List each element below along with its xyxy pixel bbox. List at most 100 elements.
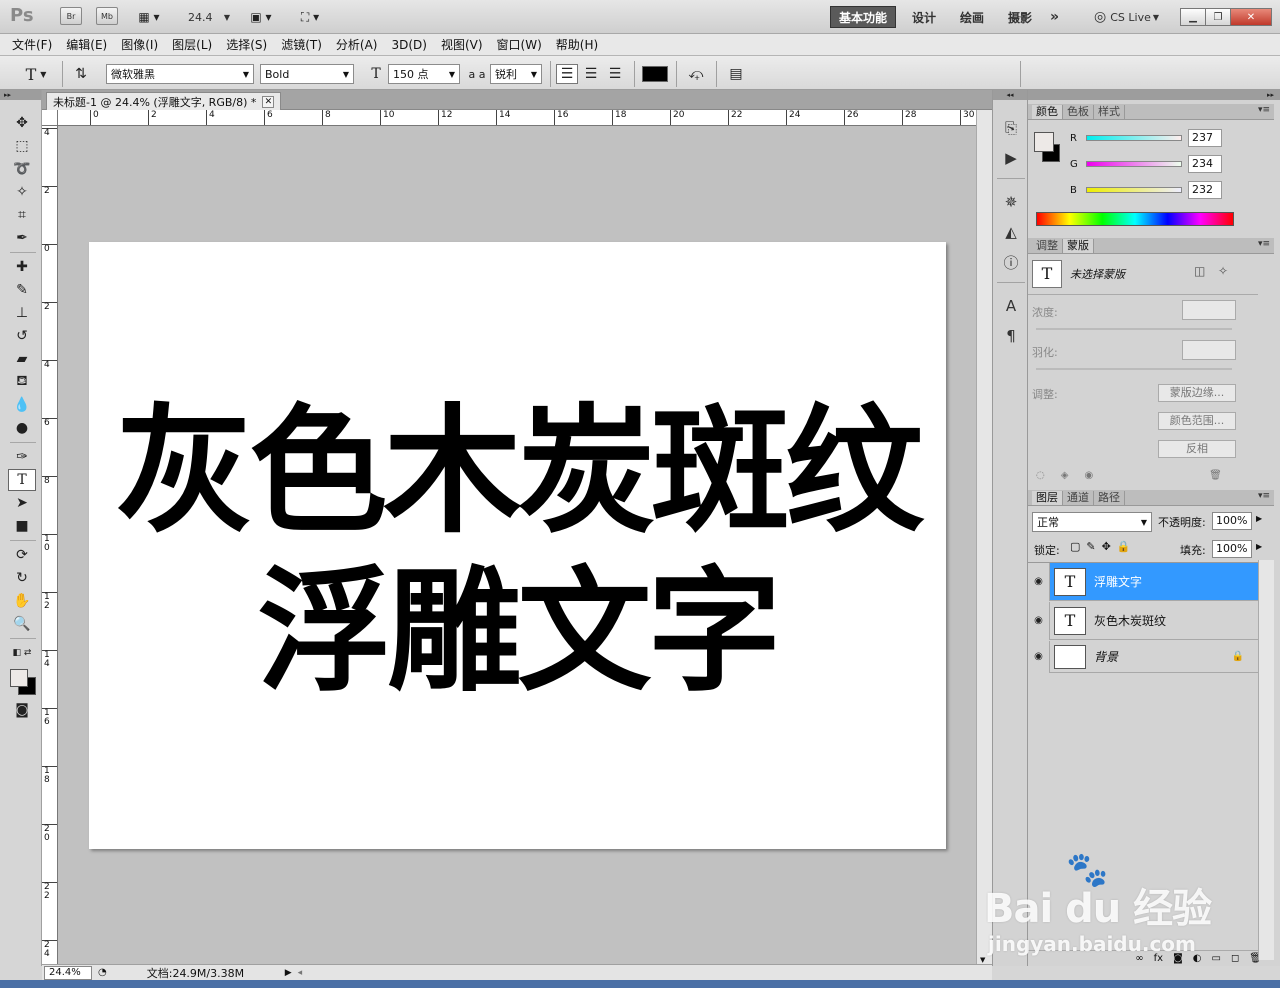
screen-mode-button[interactable]: ⛶ ▾ (292, 7, 328, 27)
dock-collapse-icon[interactable]: ◂◂ (993, 90, 1027, 100)
panel-collapse-icon[interactable]: ▸▸ (0, 90, 41, 100)
menu-filter[interactable]: 滤镜(T) (281, 36, 322, 53)
apply-mask-icon[interactable]: ◈ (1061, 470, 1069, 481)
font-family-dropdown[interactable]: 微软雅黑 ▼ (106, 64, 254, 84)
move-tool-icon[interactable]: ✥ (8, 112, 36, 134)
color-panel-fg-swatch[interactable] (1034, 132, 1054, 152)
panel-menu-icon[interactable]: ▾≡ (1258, 105, 1270, 115)
vertical-scrollbar[interactable]: ▼ (976, 110, 992, 964)
zoom-tool-icon[interactable]: 🔍 (8, 613, 36, 635)
layer-row-background[interactable]: ◉ 背景 🔒 (1028, 640, 1258, 673)
default-colors-icon[interactable]: ◧ ⇄ (8, 642, 36, 664)
history-panel-icon[interactable]: ⎘ (1000, 118, 1022, 138)
hand-tool-icon[interactable]: ✋ (8, 590, 36, 612)
tool-preset-picker[interactable]: T ▼ (16, 64, 56, 84)
tab-paths[interactable]: 路径 (1094, 491, 1125, 505)
mask-edge-button[interactable]: 蒙版边缘... (1158, 384, 1236, 402)
feather-field[interactable] (1182, 340, 1236, 360)
paint-bucket-tool-icon[interactable]: ⛾ (8, 371, 36, 393)
ruler-origin[interactable] (42, 110, 58, 126)
clone-stamp-tool-icon[interactable]: ⊥ (8, 302, 36, 324)
scroll-left-icon[interactable]: ◂ (298, 968, 303, 978)
quick-select-tool-icon[interactable]: ✧ (8, 181, 36, 203)
menu-3d[interactable]: 3D(D) (391, 38, 426, 52)
marquee-tool-icon[interactable]: ⬚ (8, 135, 36, 157)
3d-rotate-tool-icon[interactable]: ⟳ (8, 544, 36, 566)
feather-slider[interactable] (1036, 368, 1232, 370)
quick-mask-icon[interactable]: ◙ (8, 699, 36, 721)
green-value-input[interactable]: 234 (1188, 155, 1222, 173)
text-layer-line-1[interactable]: 灰色木炭斑纹 (89, 392, 946, 552)
disable-mask-icon[interactable]: ◉ (1084, 470, 1093, 481)
cs-live-button[interactable]: ◎ CS Live ▼ (1094, 7, 1159, 27)
workspace-photography[interactable]: 摄影 (1000, 6, 1040, 28)
actions-panel-icon[interactable]: ▶ (1000, 148, 1022, 168)
eyedropper-tool-icon[interactable]: ✒ (8, 227, 36, 249)
pen-tool-icon[interactable]: ✑ (8, 446, 36, 468)
align-right-icon[interactable]: ☰ (604, 64, 626, 84)
opacity-arrow-icon[interactable]: ▶ (1256, 514, 1262, 523)
color-swatches[interactable] (8, 665, 38, 699)
fill-input[interactable]: 100% (1212, 540, 1252, 558)
new-layer-icon[interactable]: ◻ (1231, 953, 1239, 964)
color-spectrum-bar[interactable] (1036, 212, 1234, 226)
panel-menu-icon[interactable]: ▾≡ (1258, 491, 1270, 501)
info-panel-icon[interactable]: ⓘ (1000, 252, 1022, 272)
vertical-ruler[interactable]: 4 2 0 2 4 6 8 1 0 1 2 1 4 1 6 1 8 2 0 2 2 2 4 (42, 126, 58, 964)
tab-adjustments[interactable]: 调整 (1032, 239, 1063, 253)
layer-visibility-eye-icon[interactable]: ◉ (1028, 640, 1050, 673)
lock-options-icons[interactable]: ▢✎✥🔒 (1070, 540, 1137, 553)
type-tool-icon[interactable]: T (8, 469, 36, 491)
menu-image[interactable]: 图像(I) (121, 36, 158, 53)
arrange-documents-button[interactable]: ▣ ▾ (244, 7, 278, 27)
align-center-icon[interactable]: ☰ (580, 64, 602, 84)
panels-collapse-icon[interactable]: ▸▸ (1028, 90, 1280, 100)
tab-channels[interactable]: 通道 (1063, 491, 1094, 505)
menu-select[interactable]: 选择(S) (226, 36, 267, 53)
foreground-color-swatch[interactable] (10, 669, 28, 687)
status-info-icon[interactable]: ◔ (98, 967, 107, 978)
minimize-window-button[interactable]: ▁ (1180, 8, 1206, 26)
blend-mode-dropdown[interactable]: 正常 ▼ (1032, 512, 1152, 532)
document-tab[interactable]: 未标题-1 @ 24.4% (浮雕文字, RGB/8) * ✕ (46, 92, 282, 110)
red-slider[interactable] (1086, 135, 1182, 141)
path-selection-tool-icon[interactable]: ➤ (8, 492, 36, 514)
font-size-dropdown[interactable]: 150 点 ▼ (388, 64, 460, 84)
navigator-panel-icon[interactable]: ✵ (1000, 192, 1022, 212)
green-slider[interactable] (1086, 161, 1182, 167)
fill-arrow-icon[interactable]: ▶ (1256, 542, 1262, 551)
close-window-button[interactable]: ✕ (1230, 8, 1272, 26)
menu-window[interactable]: 窗口(W) (497, 36, 542, 53)
horizontal-ruler[interactable]: 0 2 4 6 8 10 12 14 16 18 20 22 24 26 28 30 (58, 110, 976, 126)
opacity-input[interactable]: 100% (1212, 512, 1252, 530)
tab-swatches[interactable]: 色板 (1063, 105, 1094, 119)
view-extras-button[interactable]: ▦ ▾ (132, 7, 166, 27)
layer-name[interactable]: 浮雕文字 (1094, 573, 1142, 590)
histogram-panel-icon[interactable]: ◭ (1000, 222, 1022, 242)
density-slider[interactable] (1036, 328, 1232, 330)
delete-mask-icon[interactable]: 🗑 (1209, 470, 1222, 481)
color-range-button[interactable]: 颜色范围... (1158, 412, 1236, 430)
workspace-design[interactable]: 设计 (904, 6, 944, 28)
antialias-dropdown[interactable]: 锐利 ▼ (490, 64, 542, 84)
restore-window-button[interactable]: ❐ (1205, 8, 1231, 26)
panel-menu-icon[interactable]: ▾≡ (1258, 239, 1270, 249)
layer-row-charcoal-text[interactable]: ◉ T 灰色木炭斑纹 (1028, 601, 1258, 640)
load-selection-icon[interactable]: ◌ (1036, 470, 1045, 481)
status-menu-arrow-icon[interactable]: ▶ (285, 968, 292, 978)
pixel-mask-icon[interactable]: ◫ (1194, 264, 1205, 278)
text-orientation-icon[interactable]: ⇅ (70, 64, 92, 84)
blue-value-input[interactable]: 232 (1188, 181, 1222, 199)
invert-button[interactable]: 反相 (1158, 440, 1236, 458)
zoom-level-dropdown[interactable]: 24.4 ▼ (188, 7, 230, 27)
warp-text-icon[interactable]: ⤽ (684, 64, 708, 84)
blur-tool-icon[interactable]: 💧 (8, 394, 36, 416)
layer-visibility-eye-icon[interactable]: ◉ (1028, 601, 1050, 640)
healing-brush-tool-icon[interactable]: ✚ (8, 256, 36, 278)
canvas-area[interactable]: 灰色木炭斑纹 浮雕文字 (58, 126, 976, 964)
more-workspaces-button[interactable]: » (1042, 6, 1067, 28)
layer-visibility-eye-icon[interactable]: ◉ (1028, 562, 1050, 601)
layers-scrollbar[interactable] (1258, 560, 1274, 960)
red-value-input[interactable]: 237 (1188, 129, 1222, 147)
3d-orbit-tool-icon[interactable]: ↻ (8, 567, 36, 589)
